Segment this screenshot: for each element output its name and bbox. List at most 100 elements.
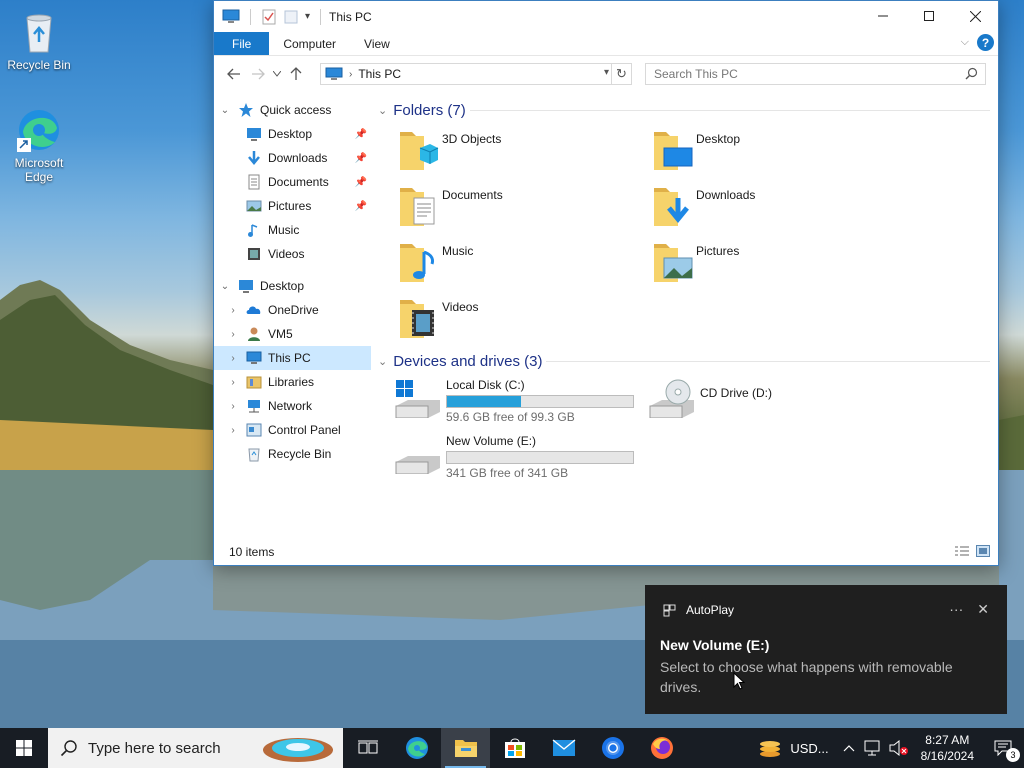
nav-item-desktop[interactable]: ⌄ Desktop	[214, 274, 371, 298]
close-button[interactable]	[952, 1, 998, 31]
group-header-folders[interactable]: ⌄ Folders (7)	[378, 98, 466, 122]
nav-item-quick-access[interactable]: ⌄ Quick access	[214, 98, 371, 122]
more-options-icon[interactable]: ···	[949, 601, 963, 618]
chevron-right-icon[interactable]: ›	[226, 353, 240, 364]
nav-item-vm5[interactable]: › VM5	[214, 322, 371, 346]
chevron-down-icon[interactable]: ⌄	[218, 105, 232, 116]
maximize-button[interactable]	[906, 1, 952, 31]
drive-new-volume-e[interactable]: New Volume (E:) 341 GB free of 341 GB	[394, 434, 634, 480]
taskbar-chrome[interactable]	[588, 728, 637, 768]
nav-item-libraries[interactable]: › Libraries	[214, 370, 371, 394]
removable-drive-icon	[395, 456, 440, 474]
properties-icon[interactable]	[261, 9, 277, 25]
nav-item-onedrive[interactable]: › OneDrive	[214, 298, 371, 322]
navigation-pane: ⌄ Quick access Desktop 📌 Downloads 📌 Doc…	[214, 96, 371, 536]
taskbar-microsoft-store[interactable]	[490, 728, 539, 768]
videos-icon	[248, 248, 260, 260]
chevron-right-icon[interactable]: ›	[226, 401, 240, 412]
onedrive-icon	[246, 306, 261, 314]
new-folder-icon[interactable]	[283, 9, 299, 25]
edge-icon	[405, 737, 428, 759]
address-dropdown-icon[interactable]: ▾	[604, 67, 609, 78]
network-status-button[interactable]	[859, 728, 885, 768]
ribbon-tabs: File Computer View ⌵ ?	[214, 32, 998, 55]
back-button[interactable]	[222, 62, 246, 86]
nav-item-this-pc[interactable]: › This PC	[214, 346, 371, 370]
nav-item-pictures[interactable]: Pictures 📌	[214, 194, 371, 218]
file-explorer-icon	[454, 740, 477, 757]
taskbar-search-placeholder: Type here to search	[88, 739, 221, 757]
customize-qat-icon[interactable]: ▾	[305, 11, 310, 22]
autoplay-notification[interactable]: AutoPlay ··· ✕ New Volume (E:) Select to…	[645, 585, 1007, 714]
folder-3d-objects[interactable]: 3D Objects	[394, 126, 501, 172]
clock[interactable]: 8:27 AM 8/16/2024	[913, 732, 982, 764]
taskbar-edge[interactable]	[392, 728, 441, 768]
ribbon-right-controls: ⌵ ?	[961, 34, 994, 51]
action-center-button[interactable]: 3	[982, 728, 1024, 768]
chevron-right-icon[interactable]: ›	[226, 425, 240, 436]
taskbar-file-explorer[interactable]	[441, 728, 490, 768]
drive-local-disk-c[interactable]: Local Disk (C:) 59.6 GB free of 99.3 GB	[394, 378, 634, 424]
taskbar-firefox[interactable]	[637, 728, 686, 768]
nav-item-network[interactable]: › Network	[214, 394, 371, 418]
large-icons-view-icon[interactable]	[976, 545, 990, 557]
nav-item-music[interactable]: Music	[214, 218, 371, 242]
nav-item-desktop-pinned[interactable]: Desktop 📌	[214, 122, 371, 146]
desktop-icon	[247, 128, 261, 141]
breadcrumb-chevron-icon[interactable]: ›	[349, 69, 352, 80]
expand-ribbon-icon[interactable]: ⌵	[961, 36, 969, 49]
minimize-button[interactable]	[860, 1, 906, 31]
folder-label: Downloads	[696, 188, 756, 202]
nav-item-recycle-bin[interactable]: Recycle Bin	[214, 442, 371, 466]
chevron-right-icon[interactable]: ›	[226, 329, 240, 340]
nav-item-downloads[interactable]: Downloads 📌	[214, 146, 371, 170]
breadcrumb-this-pc[interactable]: This PC	[358, 67, 401, 81]
chevron-right-icon[interactable]: ›	[226, 377, 240, 388]
nav-item-control-panel[interactable]: › Control Panel	[214, 418, 371, 442]
folder-documents[interactable]: Documents	[394, 182, 503, 228]
minimize-icon	[878, 15, 888, 17]
help-button[interactable]: ?	[977, 34, 994, 51]
chevron-down-icon[interactable]: ⌄	[378, 104, 387, 117]
search-input[interactable]: Search This PC	[645, 63, 986, 85]
folder-videos[interactable]: Videos	[394, 294, 478, 340]
taskbar-search-box[interactable]: Type here to search	[48, 728, 343, 768]
folder-music[interactable]: Music	[394, 238, 473, 284]
desktop-icon-microsoft-edge[interactable]: Microsoft Edge	[4, 106, 74, 184]
taskbar-mail[interactable]	[539, 728, 588, 768]
close-icon[interactable]: ✕	[977, 601, 989, 618]
toast-app-name: AutoPlay	[686, 603, 735, 617]
tab-computer[interactable]: Computer	[269, 32, 350, 55]
nav-item-documents[interactable]: Documents 📌	[214, 170, 371, 194]
desktop-icon-label: Microsoft Edge	[14, 156, 64, 184]
music-icon	[248, 224, 258, 237]
group-header-devices-and-drives[interactable]: ⌄ Devices and drives (3)	[378, 349, 542, 373]
drive-usage-bar	[446, 395, 634, 408]
folder-downloads[interactable]: Downloads	[648, 182, 755, 228]
mouse-cursor-icon	[733, 672, 745, 690]
forward-button[interactable]	[246, 62, 270, 86]
show-hidden-icons-button[interactable]	[839, 728, 859, 768]
nav-item-videos[interactable]: Videos	[214, 242, 371, 266]
up-button[interactable]	[284, 62, 308, 86]
folder-desktop[interactable]: Desktop	[648, 126, 740, 172]
weather-widget[interactable]: USD...	[754, 728, 838, 768]
chevron-down-icon[interactable]: ⌄	[378, 355, 387, 368]
folder-pictures[interactable]: Pictures	[648, 238, 739, 284]
volume-button[interactable]	[885, 728, 913, 768]
chevron-down-icon[interactable]: ⌄	[218, 281, 232, 292]
edge-icon	[17, 110, 59, 152]
task-view-button[interactable]	[343, 728, 392, 768]
libraries-icon	[246, 376, 262, 389]
documents-icon	[248, 174, 260, 190]
address-bar[interactable]: › This PC ▾ ↻	[320, 63, 632, 85]
start-button[interactable]	[0, 728, 48, 768]
tab-view[interactable]: View	[350, 32, 404, 55]
chevron-right-icon[interactable]: ›	[226, 305, 240, 316]
recent-locations-button[interactable]	[270, 62, 284, 86]
details-view-icon[interactable]	[954, 545, 970, 557]
refresh-button[interactable]: ↻	[611, 64, 631, 84]
drive-cd-drive-d[interactable]: CD Drive (D:)	[648, 378, 772, 418]
desktop-icon-recycle-bin[interactable]: Recycle Bin	[4, 8, 74, 72]
tab-file[interactable]: File	[214, 32, 270, 55]
